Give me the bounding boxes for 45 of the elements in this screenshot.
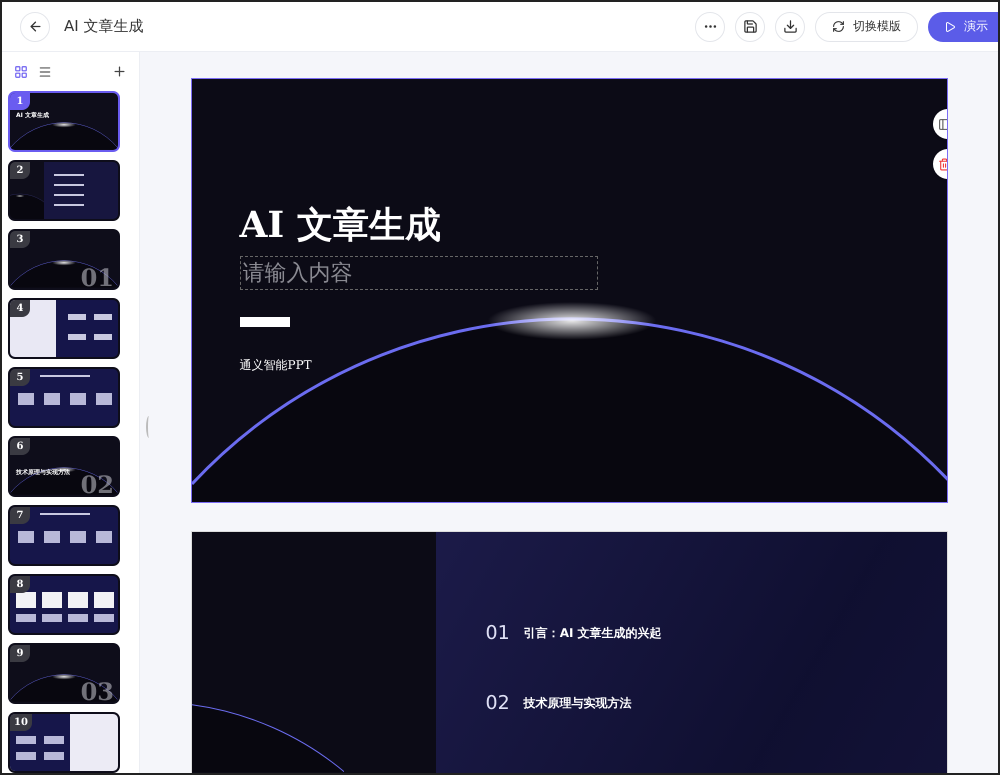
slide-number: 10 [10,714,32,731]
slide-thumbnail[interactable]: 4 [8,298,120,359]
document-title: AI 文章生成 [64,17,144,36]
agenda-text: 技术原理与实现方法 [524,694,632,712]
switch-template-button[interactable]: 切换模版 [815,12,918,42]
slide-subtitle: 通义智能PPT [240,357,312,374]
play-icon [944,20,956,32]
slide-thumbnail[interactable]: 10 [8,712,120,773]
slide-number: 2 [10,162,30,179]
slide-canvas[interactable]: 01 引言：AI 文章生成的兴起 02 技术原理与实现方法 [190,531,948,773]
grid-view-icon[interactable] [14,64,28,78]
add-slide-icon[interactable] [112,64,127,79]
slide-title: AI 文章生成 [240,203,441,248]
save-button[interactable] [735,12,765,42]
agenda-text: 引言：AI 文章生成的兴起 [524,624,662,642]
slide-number: 7 [10,507,30,524]
list-view-icon[interactable] [38,64,52,78]
agenda-number: 02 [486,692,510,714]
download-icon [782,19,798,34]
slide-number: 1 [10,93,30,110]
slide-thumbnail[interactable]: 7 [8,505,120,566]
section-number: 01 [80,263,114,288]
section-number: 02 [80,470,114,495]
slide-canvas[interactable]: AI 文章生成 请输入内容 通义智能PPT [190,78,948,503]
slide-thumbnail[interactable]: 8 [8,574,120,635]
download-button[interactable] [775,12,805,42]
back-button[interactable] [20,12,50,42]
slide-number: 4 [10,300,30,317]
present-button[interactable]: 演示 [928,12,998,42]
slide-number: 9 [10,645,30,662]
content-field[interactable]: 请输入内容 [240,256,598,290]
slide-number: 8 [10,576,30,593]
slide-thumbnail[interactable]: 2 [8,160,120,221]
save-icon [742,19,758,34]
slide-thumbnail[interactable]: 3 01 [8,229,120,290]
slide-number: 5 [10,369,30,386]
back-icon [28,19,42,34]
title-underline [240,317,290,327]
slide-thumbnail[interactable]: 5 [8,367,120,428]
agenda-number: 01 [486,622,510,644]
section-number: 03 [80,677,114,702]
slide-thumbnail[interactable]: 9 03 [8,643,120,704]
slide-number: 3 [10,231,30,248]
refresh-icon [832,20,845,33]
slide-number: 6 [10,438,30,455]
